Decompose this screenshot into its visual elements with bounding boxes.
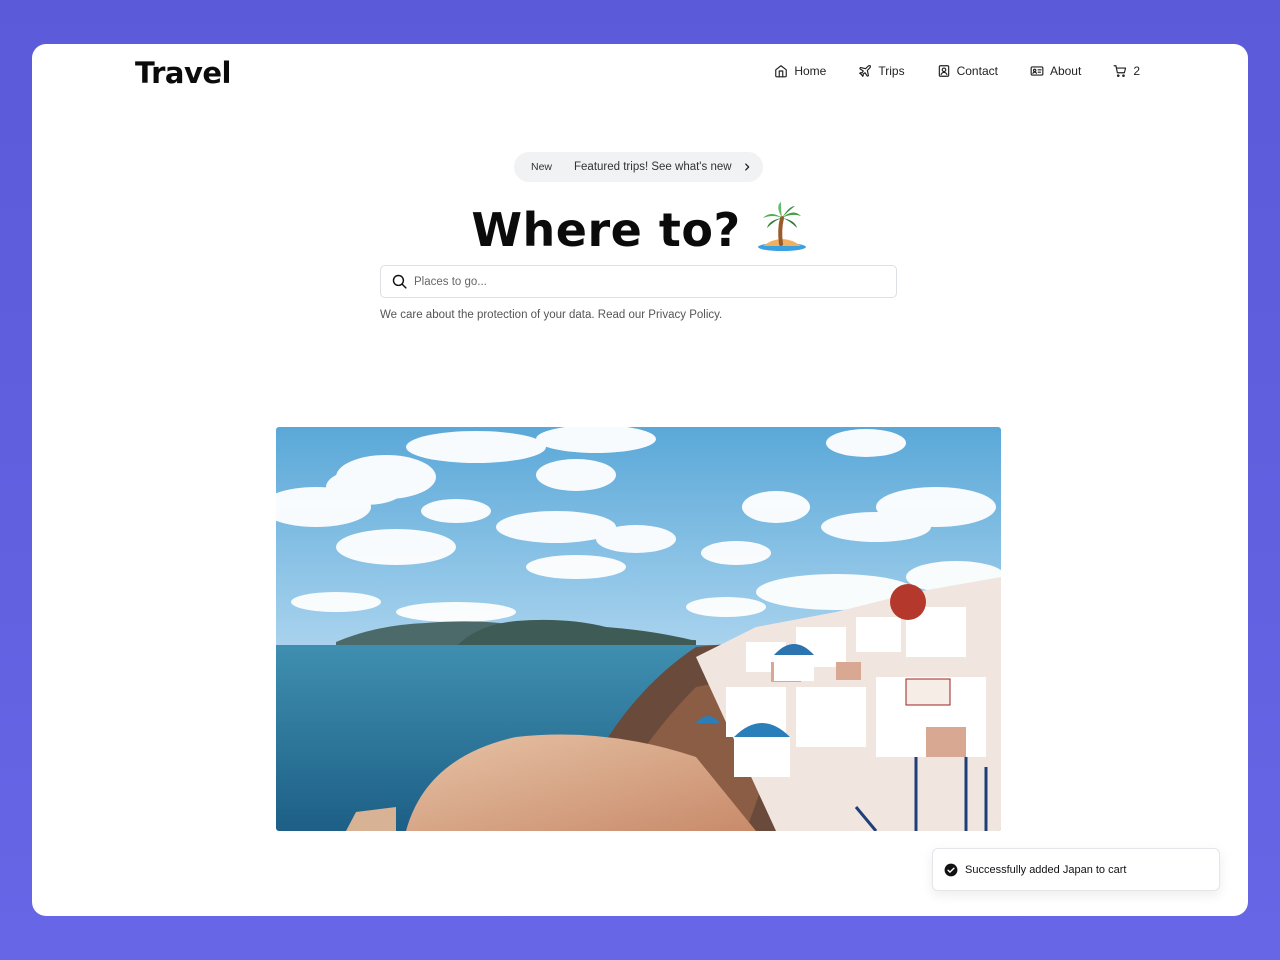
nav-home[interactable]: Home: [774, 64, 826, 78]
main-nav: Home Trips Contact About 2: [774, 64, 1140, 78]
logo[interactable]: Travel: [135, 56, 231, 90]
contact-card-icon: [938, 65, 949, 77]
page-title: Where to?: [32, 202, 1248, 257]
nav-trips-label: Trips: [878, 64, 905, 78]
nav-about[interactable]: About: [1030, 64, 1081, 78]
privacy-prefix: We care about the protection of your dat…: [380, 309, 649, 321]
cart-icon: [1113, 65, 1127, 78]
nav-trips[interactable]: Trips: [858, 64, 905, 78]
nav-home-label: Home: [794, 64, 827, 78]
nav-contact-label: Contact: [956, 64, 998, 78]
nav-contact[interactable]: Contact: [937, 64, 998, 78]
toast-notification[interactable]: Successfully added Japan to cart: [932, 848, 1220, 891]
app-window: Travel Home Trips Contact About 2 New Fe…: [32, 44, 1248, 916]
search-icon: [392, 274, 407, 289]
privacy-note: We care about the protection of your dat…: [380, 309, 722, 321]
home-icon: [775, 65, 788, 78]
chevron-right-icon: [744, 163, 749, 171]
privacy-suffix: .: [719, 309, 723, 321]
nav-about-label: About: [1049, 64, 1082, 78]
check-circle-icon: [944, 863, 958, 876]
plane-icon: [859, 65, 872, 77]
santorini-photo: [276, 427, 1001, 831]
headline-text: Where to?: [471, 203, 741, 257]
new-badge: New: [531, 161, 553, 173]
announcement-text: Featured trips! See what's new: [574, 161, 732, 173]
id-card-icon: [1030, 66, 1044, 76]
announcement-pill[interactable]: New Featured trips! See what's new: [514, 152, 763, 182]
cart-count: 2: [1133, 64, 1140, 78]
search-bar[interactable]: [380, 265, 897, 298]
search-input[interactable]: [414, 275, 874, 288]
toast-message: Successfully added Japan to cart: [965, 863, 1127, 876]
cart-button[interactable]: 2: [1113, 64, 1140, 78]
privacy-policy-link[interactable]: Privacy Policy: [648, 309, 719, 321]
palm-tree-island-icon: [757, 202, 806, 251]
